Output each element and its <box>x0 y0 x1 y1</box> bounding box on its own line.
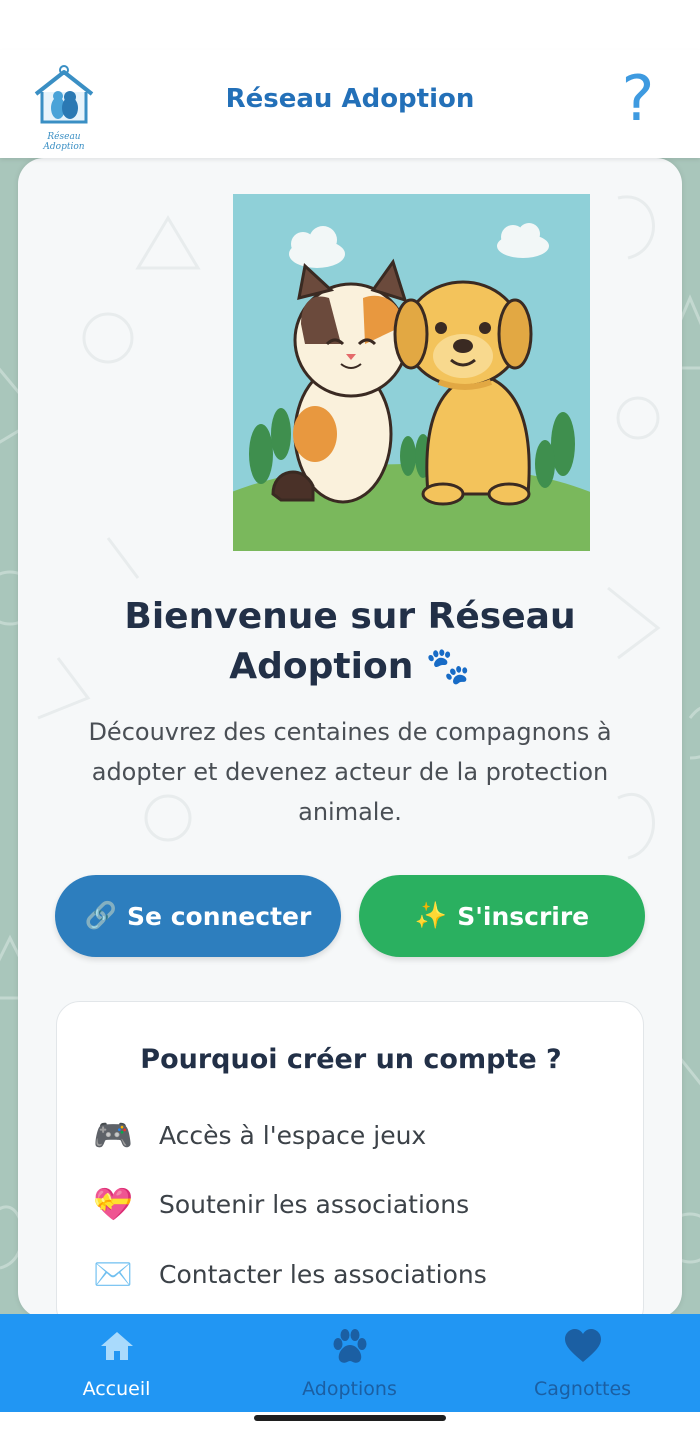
welcome-title: Bienvenue sur Réseau Adoption 🐾 <box>124 596 576 687</box>
heart-icon <box>466 1328 699 1368</box>
app-logo[interactable]: Réseau Adoption <box>30 64 98 152</box>
nav-item-accueil[interactable]: Accueil <box>0 1314 233 1412</box>
cat-dog-illustration <box>181 194 641 614</box>
nav-item-adoptions[interactable]: Adoptions <box>233 1314 466 1412</box>
logo-text: Réseau Adoption <box>43 132 85 152</box>
signup-button-label: S'inscrire <box>457 901 590 931</box>
app-header: Réseau Adoption Réseau Adoption ? <box>0 50 700 158</box>
login-button-label: Se connecter <box>127 901 312 931</box>
nav-label-adoptions: Adoptions <box>302 1378 397 1400</box>
bottom-navigation: Accueil Adoptions Cagnottes <box>0 1314 700 1412</box>
list-item-label: Contacter les associations <box>159 1259 487 1289</box>
login-button[interactable]: 🔗 Se connecter <box>55 875 341 957</box>
nav-label-cagnottes: Cagnottes <box>533 1378 632 1400</box>
paw-icon <box>233 1328 466 1368</box>
logo-house-icon <box>34 65 94 124</box>
gamepad-icon: 🎮 <box>93 1116 133 1154</box>
why-title: Pourquoi créer un compte ? <box>140 1044 562 1075</box>
status-bar <box>0 0 700 50</box>
list-item-label: Accès à l'espace jeux <box>159 1120 427 1150</box>
nav-label-accueil: Accueil <box>82 1378 151 1400</box>
list-item-label: Soutenir les associations <box>159 1189 470 1219</box>
why-create-account-card: Pourquoi créer un compte ? 🎮 Accès à l'e… <box>56 1001 644 1331</box>
sparkles-icon: ✨ <box>414 901 448 931</box>
home-icon <box>0 1328 233 1368</box>
list-item: ✉️ Contacter les associations <box>93 1254 487 1294</box>
help-button[interactable]: ? <box>610 64 666 134</box>
gesture-area <box>0 1412 700 1440</box>
link-icon: 🔗 <box>84 901 118 931</box>
list-item: 💝 Soutenir les associations <box>93 1184 469 1224</box>
heart-gift-icon: 💝 <box>93 1185 133 1223</box>
gesture-bar[interactable] <box>254 1415 446 1421</box>
nav-item-cagnottes[interactable]: Cagnottes <box>466 1314 699 1412</box>
page-title: Réseau Adoption <box>225 84 475 114</box>
welcome-description: Découvrez des centaines de compagnons à … <box>88 718 612 826</box>
signup-button[interactable]: ✨ S'inscrire <box>359 875 645 957</box>
envelope-icon: ✉️ <box>93 1255 133 1293</box>
list-item: 🎮 Accès à l'espace jeux <box>93 1115 426 1155</box>
